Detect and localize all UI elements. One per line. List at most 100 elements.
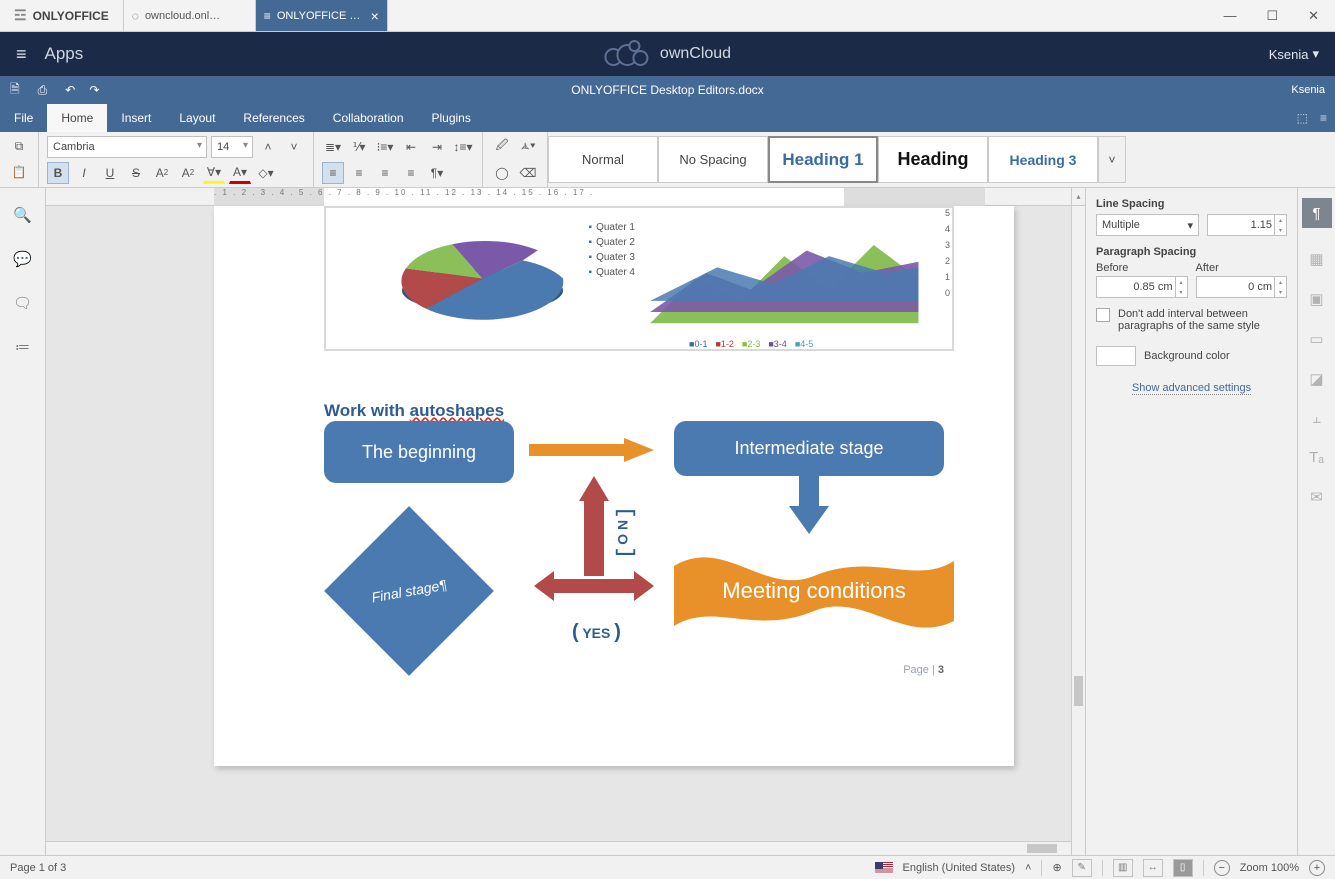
style-heading3[interactable]: Heading 3: [988, 136, 1098, 183]
advanced-link[interactable]: Show advanced settings: [1132, 382, 1251, 395]
bullets-button[interactable]: ≣▾: [322, 136, 344, 158]
align-center-button[interactable]: ≡: [348, 162, 370, 184]
style-nospacing[interactable]: No Spacing: [658, 136, 768, 183]
undo-icon[interactable]: ↶: [65, 83, 75, 97]
mailmerge-icon[interactable]: ✉: [1310, 488, 1323, 506]
workspace: 🔍 💬 🗨 ≔ L . 1 . 2 . 3 . 4 . 5 . 6 . 7 . …: [0, 188, 1335, 855]
menu-plugins[interactable]: Plugins: [418, 104, 485, 132]
owncloud-bar: ≡ Apps ownCloud Ksenia ▾: [0, 32, 1335, 76]
image-settings-icon[interactable]: ▣: [1309, 290, 1323, 308]
shading-button[interactable]: 🟃▾: [517, 136, 539, 158]
paste-icon[interactable]: 📋: [8, 162, 30, 184]
bgcolor-swatch[interactable]: [1096, 346, 1136, 366]
tracking-icon[interactable]: ✎: [1072, 859, 1092, 877]
highlight-button[interactable]: ꓯ▾: [203, 162, 225, 184]
paragraph-settings-icon[interactable]: ¶: [1302, 198, 1332, 228]
superscript-button[interactable]: A2: [151, 162, 173, 184]
clearstyle-button[interactable]: ◯: [491, 162, 513, 184]
user-label: Ksenia: [1269, 47, 1309, 62]
bold-button[interactable]: B: [47, 162, 69, 184]
subscript-button[interactable]: A2: [177, 162, 199, 184]
align-left-button[interactable]: ≡: [322, 162, 344, 184]
copy-icon[interactable]: ⧉: [8, 136, 30, 158]
menu-layout[interactable]: Layout: [165, 104, 229, 132]
menu-home[interactable]: Home: [47, 104, 107, 132]
pie-legend: Quater 1 Quater 2 Quater 3 Quater 4: [589, 220, 635, 280]
underline-button[interactable]: U: [99, 162, 121, 184]
style-heading2[interactable]: Heading: [878, 136, 988, 183]
print-icon[interactable]: ⎙: [38, 83, 48, 98]
font-name-combo[interactable]: Cambria: [47, 136, 207, 158]
dont-add-checkbox[interactable]: [1096, 308, 1110, 322]
menu-references[interactable]: References: [229, 104, 318, 132]
hamburger-icon[interactable]: ≡: [16, 44, 27, 65]
section-heading: Work with autoshapes: [324, 401, 504, 421]
horizontal-ruler[interactable]: . 1 . 2 . 3 . 4 . 5 . 6 . 7 . 8 . 9 . 10…: [46, 188, 1085, 206]
horizontal-scrollbar[interactable]: [46, 841, 1071, 855]
navigation-icon[interactable]: ≔: [15, 338, 30, 356]
user-menu[interactable]: Ksenia ▾: [1269, 46, 1319, 62]
multilevel-button[interactable]: ⁝≡▾: [374, 136, 396, 158]
zoom-mode-icon[interactable]: ▯: [1173, 859, 1193, 877]
page-status[interactable]: Page 1 of 3: [10, 862, 66, 874]
linespacing-mode[interactable]: Multiple▾: [1096, 214, 1199, 236]
style-normal[interactable]: Normal: [548, 136, 658, 183]
style-heading1[interactable]: Heading 1: [768, 136, 878, 183]
minimize-icon[interactable]: —: [1223, 8, 1236, 23]
shape-settings-icon[interactable]: ◪: [1309, 370, 1323, 388]
eraser-button[interactable]: ⌫: [517, 162, 539, 184]
font-size-down[interactable]: ˅: [283, 136, 305, 158]
open-location-icon[interactable]: ⬚: [1297, 111, 1308, 125]
comments-icon[interactable]: 💬: [13, 250, 32, 268]
align-right-button[interactable]: ≡: [374, 162, 396, 184]
fit-width-icon[interactable]: ↔: [1143, 859, 1163, 877]
spacing-after[interactable]: 0 cm▴▾: [1196, 276, 1288, 298]
italic-button[interactable]: I: [73, 162, 95, 184]
zoom-label[interactable]: Zoom 100%: [1240, 862, 1299, 874]
close-window-icon[interactable]: ✕: [1308, 8, 1319, 24]
font-size-combo[interactable]: 14: [211, 136, 253, 158]
chat-icon[interactable]: 🗨: [13, 294, 32, 312]
numbering-button[interactable]: ⅟▾: [348, 136, 370, 158]
nonprinting-button[interactable]: ¶▾: [426, 162, 448, 184]
maximize-icon[interactable]: ☐: [1266, 8, 1278, 24]
window-tab-owncloud[interactable]: ◌ owncloud.onl…: [124, 0, 256, 31]
zoom-in-button[interactable]: +: [1309, 860, 1325, 876]
charts-container: Quater 1 Quater 2 Quater 3 Quater 4 5432…: [324, 206, 954, 351]
outdent-button[interactable]: ⇤: [400, 136, 422, 158]
language-status[interactable]: English (United States): [903, 862, 1016, 874]
spellcheck-icon[interactable]: ⊕: [1052, 861, 1061, 874]
styles-gallery: Normal No Spacing Heading 1 Heading Head…: [548, 132, 1335, 187]
window-tab-document[interactable]: ≡ ONLYOFFICE … ×: [256, 0, 388, 31]
align-justify-button[interactable]: ≡: [400, 162, 422, 184]
apps-label[interactable]: Apps: [45, 44, 84, 64]
menu-collaboration[interactable]: Collaboration: [319, 104, 418, 132]
clear-format-button[interactable]: ◇▾: [255, 162, 277, 184]
table-settings-icon[interactable]: ▦: [1309, 250, 1323, 268]
vertical-scrollbar[interactable]: [1071, 206, 1085, 855]
font-size-up[interactable]: ˄: [257, 136, 279, 158]
search-icon[interactable]: 🔍: [13, 206, 32, 224]
fit-page-icon[interactable]: ▥: [1113, 859, 1133, 877]
close-icon[interactable]: ×: [371, 8, 379, 24]
menu-file[interactable]: File: [0, 104, 47, 132]
chart-settings-icon[interactable]: ⫠: [1312, 410, 1321, 427]
view-settings-icon[interactable]: ≡: [1320, 111, 1327, 125]
save-icon[interactable]: 🗎: [10, 80, 20, 101]
chevron-up-icon[interactable]: ˄: [1025, 862, 1031, 874]
dropcap-button[interactable]: 🖉: [491, 136, 513, 158]
redo-icon[interactable]: ↷: [89, 83, 99, 97]
linespacing-button[interactable]: ↕≡▾: [452, 136, 474, 158]
spacing-before[interactable]: 0.85 cm▴▾: [1096, 276, 1188, 298]
header-settings-icon[interactable]: ▭: [1309, 330, 1323, 348]
indent-button[interactable]: ⇥: [426, 136, 448, 158]
linespacing-value[interactable]: 1.15▴▾: [1207, 214, 1287, 236]
textart-settings-icon[interactable]: Tₐ: [1309, 449, 1324, 466]
font-color-button[interactable]: A▾: [229, 162, 251, 184]
zoom-out-button[interactable]: −: [1214, 860, 1230, 876]
expand-ruler-icon[interactable]: ▴: [1071, 188, 1085, 206]
menu-insert[interactable]: Insert: [107, 104, 165, 132]
strike-button[interactable]: S: [125, 162, 147, 184]
document-page[interactable]: Quater 1 Quater 2 Quater 3 Quater 4 5432…: [214, 206, 1014, 766]
styles-dropdown[interactable]: ˅: [1098, 136, 1126, 183]
